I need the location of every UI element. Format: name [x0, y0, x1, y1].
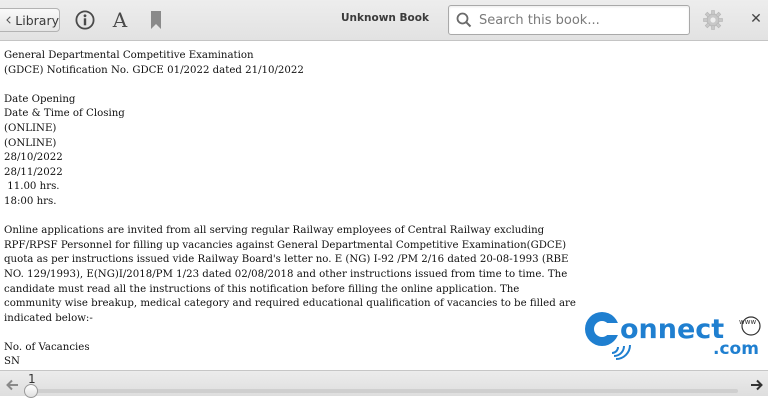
text-line: No. of Vacancies: [4, 341, 90, 353]
close-button[interactable]: ✕: [748, 10, 764, 28]
search-input[interactable]: [477, 11, 681, 29]
book-title: Unknown Book: [341, 12, 429, 24]
text-line: (ONLINE): [4, 137, 57, 149]
bottom-navigation-bar: 1: [0, 370, 768, 398]
text-line: candidate must read all the instructions…: [4, 283, 520, 295]
text-line: 11.00 hrs.: [4, 181, 60, 193]
font-settings-button[interactable]: A: [109, 9, 131, 31]
text-line: Online applications are invited from all…: [4, 225, 545, 237]
text-line: Date Opening: [4, 93, 76, 105]
text-line: community wise breakup, medical category…: [4, 298, 576, 310]
text-line: 28/10/2022: [4, 152, 63, 164]
text-line: (ONLINE): [4, 122, 57, 134]
top-toolbar: Library A Unknown Book Search this book.…: [0, 0, 768, 41]
text-line: NO. 129/1993), E(NG)I/2018/PM 1/23 dated…: [4, 268, 568, 280]
text-line: indicated below:-: [4, 312, 93, 324]
library-button[interactable]: Library: [0, 8, 60, 32]
bookmark-button[interactable]: [145, 9, 167, 31]
text-line: 18:00 hrs.: [4, 195, 57, 207]
logo-tld: .com: [713, 339, 759, 359]
text-line: quota as per instructions issued vide Ra…: [4, 254, 569, 266]
info-button[interactable]: [74, 9, 96, 31]
close-icon: ✕: [750, 11, 762, 27]
connect-logo-watermark: onnect www .com: [585, 312, 761, 360]
text-line: General Departmental Competitive Examina…: [4, 50, 254, 61]
chevron-left-icon: [6, 16, 11, 24]
bookmark-icon: [151, 11, 161, 29]
search-icon: [456, 12, 472, 28]
text-line: Date & Time of Closing: [4, 108, 125, 120]
reading-progress-slider[interactable]: [24, 384, 738, 398]
document-text: General Departmental Competitive Examina…: [4, 49, 576, 370]
font-icon: A: [112, 8, 128, 32]
text-line: 28/11/2022: [4, 166, 63, 178]
library-button-label: Library: [15, 12, 59, 28]
info-icon: [75, 10, 95, 30]
text-line: (GDCE) Notification No. GDCE 01/2022 dat…: [4, 64, 304, 76]
text-line: RPF/RPSF Personnel for filling up vacanc…: [4, 239, 567, 251]
arrow-right-icon[interactable]: [750, 378, 764, 392]
gear-icon[interactable]: [702, 9, 724, 31]
arrow-left-icon[interactable]: [5, 378, 19, 392]
text-line: SN: [4, 356, 20, 368]
search-box[interactable]: [448, 5, 690, 35]
logo-text: onnect: [620, 314, 724, 345]
